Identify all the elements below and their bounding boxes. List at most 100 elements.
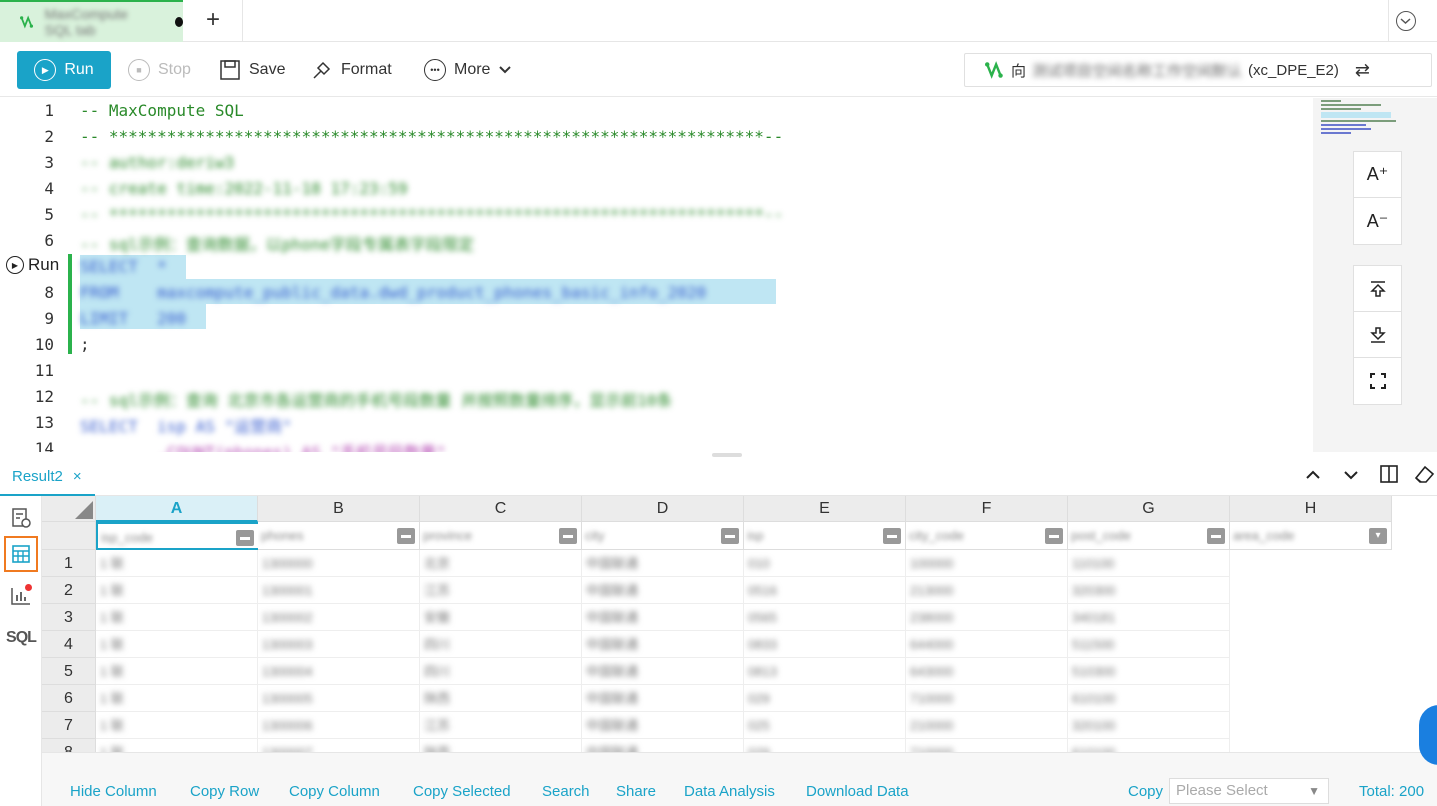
field-filter-icon[interactable]: ▬ [559,528,577,544]
table-cell[interactable]: 610100 [1068,685,1230,712]
search-link[interactable]: Search [542,783,590,800]
copy-column-link[interactable]: Copy Column [289,783,380,800]
row-number[interactable]: 6 [42,685,96,712]
table-cell[interactable]: 0813 [744,658,906,685]
run-button[interactable]: ▶ Run [17,51,111,89]
row-number[interactable]: 7 [42,712,96,739]
table-cell[interactable]: 1300001 [258,577,420,604]
table-cell[interactable]: 511500 [1068,631,1230,658]
field-cell[interactable]: province ▬ [420,522,582,550]
table-cell[interactable]: 610100 [1068,739,1230,752]
column-header-h[interactable]: H [1230,496,1392,522]
table-cell[interactable]: 1 联 [96,712,258,739]
field-cell[interactable]: phones ▬ [258,522,420,550]
field-filter-icon[interactable]: ▬ [1207,528,1225,544]
table-cell[interactable]: 江苏 [420,577,582,604]
table-cell[interactable]: 1 联 [96,685,258,712]
table-cell[interactable]: 中国联通 [582,739,744,752]
decrease-font-button[interactable]: A⁻ [1354,198,1401,244]
share-link[interactable]: Share [616,783,656,800]
row-number[interactable]: 8 [42,739,96,752]
close-icon[interactable]: × [73,468,82,485]
run-log-icon[interactable] [4,500,38,536]
column-header-e[interactable]: E [744,496,906,522]
copy-row-link[interactable]: Copy Row [190,783,259,800]
table-cell[interactable]: 1 联 [96,550,258,577]
splitter-handle[interactable] [712,453,742,457]
field-filter-icon[interactable]: ▬ [236,530,254,546]
table-cell[interactable]: 中国联通 [582,631,744,658]
column-header-g[interactable]: G [1068,496,1230,522]
save-button[interactable]: Save [219,51,285,89]
table-cell[interactable]: 1 联 [96,739,258,752]
download-data-link[interactable]: Download Data [806,783,909,800]
add-tab-button[interactable]: + [200,6,226,34]
stop-button[interactable]: ■ Stop [128,51,191,89]
table-cell[interactable]: 029 [744,739,906,752]
table-cell[interactable]: 1300006 [258,712,420,739]
table-cell[interactable]: 1 联 [96,577,258,604]
field-filter-icon[interactable]: ▬ [1045,528,1063,544]
row-number[interactable]: 1 [42,550,96,577]
field-filter-icon[interactable]: ▬ [397,528,415,544]
field-cell[interactable]: city_code ▬ [906,522,1068,550]
field-cell[interactable]: isp_code ▬ [96,522,260,550]
table-cell[interactable]: 1 联 [96,604,258,631]
table-cell[interactable]: 340181 [1068,604,1230,631]
table-cell[interactable]: 1300004 [258,658,420,685]
table-cell[interactable]: 643000 [906,658,1068,685]
table-view-icon[interactable] [4,536,38,572]
table-cell[interactable]: 0565 [744,604,906,631]
field-filter-icon[interactable]: ▬ [721,528,739,544]
copy-format-select[interactable]: Please Select ▼ [1169,778,1329,804]
result-grid[interactable]: A B C D E F G H isp_code ▬ phones ▬ provin… [42,496,1437,752]
table-cell[interactable]: 江苏 [420,712,582,739]
sql-icon[interactable]: SQL [4,620,38,656]
scroll-top-button[interactable] [1354,266,1401,312]
scroll-bottom-button[interactable] [1354,312,1401,358]
table-cell[interactable]: 中国联通 [582,577,744,604]
hide-column-link[interactable]: Hide Column [70,783,157,800]
table-cell[interactable]: 1300000 [258,550,420,577]
field-cell[interactable]: city ▬ [582,522,744,550]
table-cell[interactable]: 安徽 [420,604,582,631]
table-cell[interactable]: 1 联 [96,658,258,685]
table-cell[interactable]: 中国联通 [582,550,744,577]
table-cell[interactable]: 210000 [906,712,1068,739]
table-cell[interactable]: 四川 [420,631,582,658]
table-cell[interactable]: 中国联通 [582,604,744,631]
copy-selected-link[interactable]: Copy Selected [413,783,511,800]
eraser-icon[interactable] [1411,464,1437,490]
sql-editor[interactable]: 1 2 3 4 5 6 7 8 9 10 11 12 13 14 -- MaxC… [0,98,1313,452]
table-cell[interactable]: 710000 [906,685,1068,712]
table-cell[interactable]: 中国联通 [582,685,744,712]
data-analysis-link[interactable]: Data Analysis [684,783,775,800]
table-cell[interactable]: 110100 [1068,550,1230,577]
table-cell[interactable]: 320100 [1068,712,1230,739]
table-cell[interactable]: 025 [744,712,906,739]
chevron-down-icon[interactable] [1338,464,1364,490]
column-header-d[interactable]: D [582,496,744,522]
select-all-corner[interactable] [42,496,96,522]
table-cell[interactable]: 238000 [906,604,1068,631]
inline-run-button[interactable]: ▶ Run [0,252,68,278]
table-cell[interactable]: 1300005 [258,685,420,712]
switch-arrows-icon[interactable]: ⇄ [1355,60,1370,81]
table-cell[interactable]: 四川 [420,658,582,685]
chevron-up-icon[interactable] [1300,464,1326,490]
table-cell[interactable]: 1300007 [258,739,420,752]
column-header-c[interactable]: C [420,496,582,522]
field-filter-icon[interactable]: ▾ [1369,528,1387,544]
table-cell[interactable]: 北京 [420,550,582,577]
result-tab[interactable]: Result2 × [0,458,95,496]
table-cell[interactable]: 陕西 [420,685,582,712]
column-header-b[interactable]: B [258,496,420,522]
table-cell[interactable]: 0833 [744,631,906,658]
table-cell[interactable]: 0516 [744,577,906,604]
fullscreen-button[interactable] [1354,358,1401,404]
table-cell[interactable]: 510300 [1068,658,1230,685]
workspace-selector[interactable]: 向 测试项目空间名称工作空间默认 (xc_DPE_E2) ⇄ [964,53,1432,87]
table-cell[interactable]: 1 联 [96,631,258,658]
more-button[interactable]: ••• More [424,51,512,89]
table-cell[interactable]: 陕西 [420,739,582,752]
